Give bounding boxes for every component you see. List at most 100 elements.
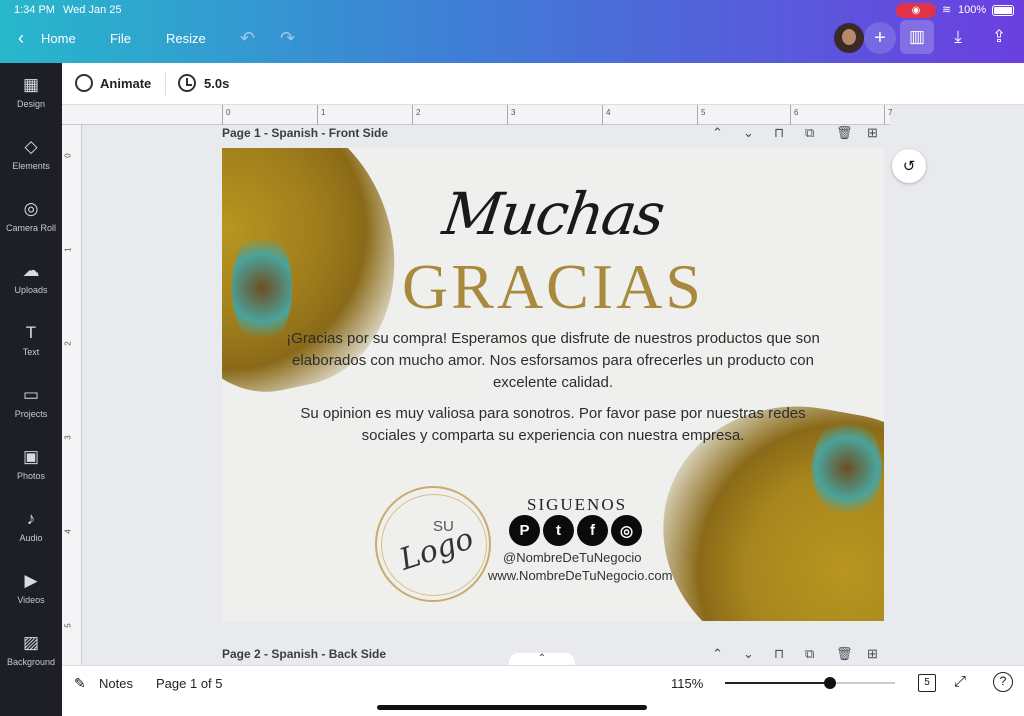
chevron-up-icon[interactable]: ⌃ <box>712 646 723 662</box>
zoom-level[interactable]: 115% <box>671 676 703 691</box>
bottom-bar: ✎ Notes Page 1 of 5 115% 5 ⤢ ? <box>62 665 1024 699</box>
duration-button[interactable]: 5.0s <box>204 76 229 91</box>
page-grid-button[interactable]: 5 <box>918 674 936 692</box>
facebook-icon[interactable]: f <box>577 515 608 546</box>
sidebar-item-photos[interactable]: ▣ Photos <box>0 445 62 501</box>
horizontal-ruler: 0 1 2 3 4 5 6 7 <box>222 105 892 125</box>
pinterest-icon[interactable]: P <box>509 515 540 546</box>
page-1-actions: ⌃ ⌄ ⊓ ⧉ 🗑 ⊞ <box>712 125 884 141</box>
ruler-tick-label: 3 <box>63 435 73 440</box>
sidebar-item-background[interactable]: ▨ Background <box>0 631 62 687</box>
sidebar-item-label: Projects <box>14 409 48 419</box>
vertical-ruler: 0 1 2 3 4 5 <box>62 125 82 665</box>
follow-heading[interactable]: SIGUENOS <box>527 495 627 515</box>
music-note-icon: ♪ <box>26 509 36 528</box>
website-url[interactable]: www.NombreDeTuNegocio.com <box>488 568 672 583</box>
zoom-slider-handle[interactable] <box>824 677 837 689</box>
sidebar-item-label: Text <box>22 347 40 357</box>
social-handle[interactable]: @NombreDeTuNegocio <box>503 550 641 565</box>
animate-icon[interactable] <box>75 74 93 92</box>
battery-percent: 100% <box>958 4 987 16</box>
share-icon[interactable]: ⇪ <box>982 20 1016 54</box>
sidebar-item-label: Camera Roll <box>5 223 56 233</box>
trash-icon[interactable]: 🗑 <box>836 646 853 662</box>
lock-icon[interactable]: ⊓ <box>774 125 784 141</box>
sidebar-item-label: Audio <box>19 533 43 543</box>
notes-button[interactable]: Notes <box>99 676 133 691</box>
ruler-tick-label: 1 <box>321 108 326 117</box>
trash-icon[interactable]: 🗑 <box>836 125 853 141</box>
avatar[interactable] <box>832 21 866 55</box>
ruler-tick-label: 6 <box>794 108 799 117</box>
undo-icon[interactable]: ↶ <box>240 28 255 48</box>
script-title[interactable]: Muchas <box>222 180 884 248</box>
status-date: Wed Jan 25 <box>63 4 122 16</box>
page-1-title[interactable]: Page 1 - Spanish - Front Side <box>222 126 388 140</box>
insights-icon[interactable]: ▥ <box>900 20 934 54</box>
status-bar: 1:34 PM Wed Jan 25 ◉ ≋ 100% <box>0 0 1024 20</box>
sidebar-item-uploads[interactable]: ☁ Uploads <box>0 259 62 315</box>
sidebar-item-design[interactable]: ▦ Design <box>0 73 62 129</box>
back-chevron-icon[interactable]: ‹ <box>18 28 24 48</box>
sidebar-item-text[interactable]: T Text <box>0 321 62 377</box>
camera-icon: ◎ <box>23 199 39 218</box>
animate-button[interactable]: Animate <box>100 76 151 91</box>
toolbar-divider <box>165 73 166 95</box>
sidebar-item-label: Elements <box>12 161 50 171</box>
wifi-icon: ≋ <box>942 4 952 16</box>
folder-icon: ▭ <box>22 385 40 404</box>
main-title[interactable]: GRACIAS <box>222 250 884 324</box>
page-2-title[interactable]: Page 2 - Spanish - Back Side <box>222 647 386 661</box>
instagram-icon[interactable]: ◎ <box>611 515 642 546</box>
sidebar-item-camera-roll[interactable]: ◎ Camera Roll <box>0 197 62 253</box>
elements-icon: ◇ <box>24 137 38 156</box>
design-icon: ▦ <box>22 75 40 94</box>
clock-icon[interactable] <box>178 74 196 92</box>
duplicate-icon[interactable]: ⧉ <box>805 646 814 662</box>
ruler-tick-label: 4 <box>63 529 73 534</box>
add-comment-icon[interactable]: ↺ <box>892 149 926 183</box>
logo-placeholder[interactable]: SU Logo <box>375 486 491 602</box>
text-icon: T <box>25 323 37 342</box>
ruler-tick-label: 0 <box>63 153 73 158</box>
sidebar-item-elements[interactable]: ◇ Elements <box>0 135 62 191</box>
battery-icon <box>992 5 1014 16</box>
chevron-down-icon[interactable]: ⌄ <box>743 646 754 662</box>
sidebar-item-projects[interactable]: ▭ Projects <box>0 383 62 439</box>
add-collaborator-button[interactable]: + <box>864 22 896 54</box>
ruler-corner <box>62 105 222 125</box>
ruler-tick-label: 2 <box>416 108 421 117</box>
ruler-tick-label: 5 <box>63 623 73 628</box>
ruler-tick-label: 3 <box>511 108 516 117</box>
feedback-paragraph[interactable]: Su opinion es muy valiosa para sonotros.… <box>282 403 824 447</box>
thank-you-paragraph[interactable]: ¡Gracias por su compra! Esperamos que di… <box>282 328 824 394</box>
sidebar-item-videos[interactable]: ▶ Videos <box>0 569 62 625</box>
download-icon[interactable]: ⤓ <box>941 20 975 54</box>
add-page-icon[interactable]: ⊞ <box>867 125 878 141</box>
design-canvas-page-1[interactable]: Muchas GRACIAS ¡Gracias por su compra! E… <box>222 148 884 621</box>
home-indicator[interactable] <box>377 705 647 710</box>
sidebar-item-label: Background <box>6 657 56 667</box>
help-button[interactable]: ? <box>993 672 1013 692</box>
twitter-icon[interactable]: t <box>543 515 574 546</box>
home-button[interactable]: Home <box>41 28 76 48</box>
page-indicator: Page 1 of 5 <box>156 676 223 691</box>
ruler-tick-label: 5 <box>701 108 706 117</box>
zoom-slider-fill <box>725 682 831 684</box>
chevron-down-icon[interactable]: ⌄ <box>743 125 754 141</box>
ruler-tick-label: 0 <box>226 108 231 117</box>
notes-icon[interactable]: ✎ <box>74 675 86 692</box>
ruler-tick-label: 2 <box>63 341 73 346</box>
sidebar-item-label: Videos <box>17 595 45 605</box>
ruler-tick-label: 4 <box>606 108 611 117</box>
redo-icon[interactable]: ↷ <box>280 28 295 48</box>
duplicate-icon[interactable]: ⧉ <box>805 125 814 141</box>
lock-icon[interactable]: ⊓ <box>774 646 784 662</box>
add-page-icon[interactable]: ⊞ <box>867 646 878 662</box>
file-menu-button[interactable]: File <box>110 28 131 48</box>
resize-button[interactable]: Resize <box>166 28 206 48</box>
zoom-slider[interactable] <box>725 677 895 689</box>
chevron-up-icon[interactable]: ⌃ <box>712 125 723 141</box>
sidebar-item-audio[interactable]: ♪ Audio <box>0 507 62 563</box>
fullscreen-icon[interactable]: ⤢ <box>954 673 966 690</box>
